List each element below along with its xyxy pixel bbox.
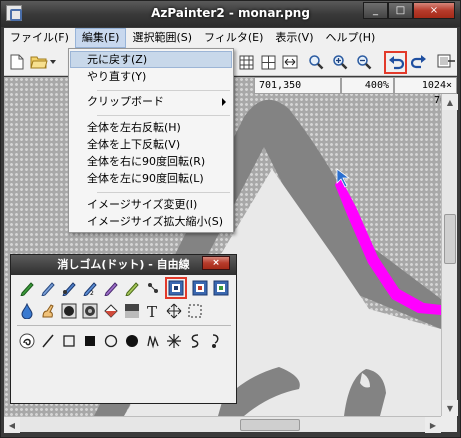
open-dropdown-icon[interactable] (48, 52, 58, 72)
maximize-button[interactable]: □ (388, 2, 413, 19)
spline-icon[interactable] (185, 331, 205, 351)
tool-palette-close-button[interactable]: × (202, 256, 230, 270)
horizontal-scroll-thumb[interactable] (240, 419, 300, 431)
circle-stamp-icon[interactable] (59, 301, 79, 321)
selection-icon[interactable] (185, 301, 205, 321)
pen-icon[interactable] (17, 278, 37, 298)
tool-palette-body: 2 T (14, 276, 233, 402)
move-icon[interactable] (164, 301, 184, 321)
tool-palette-window: 消しゴム(ドット) - 自由線 × 2 T (10, 254, 237, 404)
airbrush-icon[interactable]: 2 (80, 278, 100, 298)
filled-rectangle-icon[interactable] (80, 331, 100, 351)
pencil-icon[interactable] (38, 278, 58, 298)
freehand-icon[interactable] (17, 331, 37, 351)
polyline-icon[interactable] (143, 331, 163, 351)
menu-separator (97, 90, 230, 91)
menu-help[interactable]: ヘルプ(H) (319, 28, 381, 48)
menu-clipboard-label: クリップボード (87, 95, 164, 108)
menu-file[interactable]: ファイル(F) (4, 28, 75, 48)
menu-rotate-left[interactable]: 全体を左に90度回転(L) (70, 170, 232, 187)
image-size: 1024× 768 (394, 77, 457, 106)
menu-separator (97, 115, 230, 116)
scroll-left-icon[interactable]: ◀ (4, 417, 20, 433)
menu-image-scale[interactable]: イメージサイズ拡大縮小(S) (70, 213, 232, 230)
text-tool-icon[interactable]: T (143, 301, 163, 321)
menu-flip-vertical[interactable]: 全体を上下反転(V) (70, 136, 232, 153)
open-folder-icon[interactable] (29, 52, 49, 72)
caption-buttons: _ □ × (363, 2, 455, 19)
tool-palette-separator (17, 325, 231, 326)
eraser-pen-icon[interactable] (101, 278, 121, 298)
menu-redo[interactable]: やり直す(Y) (70, 68, 232, 85)
bezier-icon[interactable] (206, 331, 226, 351)
menu-view[interactable]: 表示(V) (269, 28, 319, 48)
menu-rotate-right[interactable]: 全体を右に90度回転(R) (70, 153, 232, 170)
grid-icon[interactable] (236, 52, 256, 72)
redo-icon[interactable] (409, 52, 429, 72)
submenu-arrow-icon (222, 98, 226, 106)
gradient-icon[interactable] (122, 301, 142, 321)
menu-selection[interactable]: 選択範囲(S) (126, 28, 198, 48)
zoom-level: 400% (341, 77, 394, 94)
rectangle-icon[interactable] (59, 331, 79, 351)
zoom-out-icon[interactable] (354, 52, 374, 72)
dot-eraser-icon[interactable] (165, 277, 187, 299)
menu-undo[interactable]: 元に戻す(Z) (70, 51, 232, 68)
horizontal-scrollbar[interactable]: ◀ ▶ (4, 416, 441, 433)
undo-icon[interactable] (384, 51, 407, 74)
fit-width-icon[interactable] (280, 52, 300, 72)
smudge-icon[interactable] (122, 278, 142, 298)
finger-icon[interactable] (38, 301, 58, 321)
svg-text:2: 2 (90, 290, 94, 296)
close-button[interactable]: × (413, 2, 455, 19)
menu-clipboard[interactable]: クリップボード (70, 93, 232, 110)
filled-ellipse-icon[interactable] (122, 331, 142, 351)
fine-grid-icon[interactable] (258, 52, 278, 72)
edit-menu-dropdown: 元に戻す(Z) やり直す(Y) クリップボード 全体を左右反転(H) 全体を上下… (68, 48, 234, 233)
menu-separator (97, 192, 230, 193)
ellipse-icon[interactable] (101, 331, 121, 351)
tool-palette-title[interactable]: 消しゴム(ドット) - 自由線 × (11, 255, 236, 275)
cursor-coordinates: 701,350 (254, 77, 341, 94)
svg-text:T: T (147, 303, 157, 319)
brush-icon[interactable] (59, 278, 79, 298)
menu-flip-horizontal[interactable]: 全体を左右反転(H) (70, 119, 232, 136)
title-bar[interactable]: AzPainter2 - monar.png _ □ × (1, 1, 460, 27)
scrollbar-corner (441, 416, 457, 432)
filter-brush-icon[interactable] (190, 278, 210, 298)
scroll-down-icon[interactable]: ▼ (442, 400, 458, 416)
stamp-icon[interactable] (80, 301, 100, 321)
settings-icon[interactable] (436, 52, 456, 72)
app-window: AzPainter2 - monar.png _ □ × ファイル(F) 編集(… (0, 0, 461, 438)
scroll-right-icon[interactable]: ▶ (425, 417, 441, 433)
zoom-in-icon[interactable] (330, 52, 350, 72)
new-file-icon[interactable] (7, 52, 27, 72)
dot-pen-icon[interactable] (143, 278, 163, 298)
vertical-scrollbar[interactable]: ▲ ▼ (441, 94, 458, 416)
vertical-scroll-thumb[interactable] (444, 214, 456, 264)
zoom-icon[interactable] (306, 52, 326, 72)
menu-edit[interactable]: 編集(E) (74, 28, 127, 48)
status-panel: 701,350 400% 1024× 768 (254, 77, 457, 106)
menu-bar: ファイル(F) 編集(E) 選択範囲(S) フィルタ(E) 表示(V) ヘルプ(… (4, 28, 457, 48)
fill-bucket-icon[interactable] (101, 301, 121, 321)
menu-image-resize[interactable]: イメージサイズ変更(I) (70, 196, 232, 213)
tool-palette-title-text: 消しゴム(ドット) - 自由線 (57, 258, 190, 271)
radial-lines-icon[interactable] (164, 331, 184, 351)
line-icon[interactable] (38, 331, 58, 351)
minimize-button[interactable]: _ (363, 2, 388, 19)
menu-filter[interactable]: フィルタ(E) (198, 28, 269, 48)
blur-brush-icon[interactable] (211, 278, 231, 298)
scroll-up-icon[interactable]: ▲ (442, 94, 458, 110)
water-drop-icon[interactable] (17, 301, 37, 321)
